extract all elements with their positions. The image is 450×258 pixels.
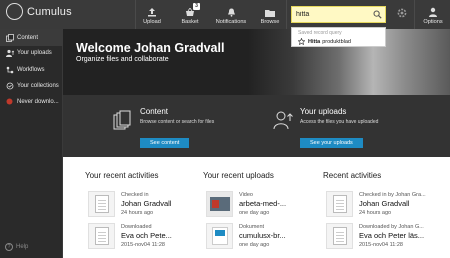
- activity-title: Eva och Pete...: [121, 231, 172, 240]
- help-icon: ?: [5, 243, 13, 251]
- workflow-icon: [5, 66, 14, 74]
- search-input[interactable]: [296, 8, 368, 21]
- stack-icon: [113, 110, 131, 130]
- upload-item[interactable]: Dokument cumulusx-br... one day ago: [203, 223, 323, 253]
- activity-time: 2015-nov04 11:28: [359, 242, 403, 248]
- video-thumbnail: [206, 191, 233, 217]
- upload-type: Video: [239, 192, 253, 198]
- options-label: Options: [423, 19, 443, 25]
- divider: [286, 0, 287, 29]
- sidebar-item-never-downloaded[interactable]: Never downlo...: [0, 93, 63, 110]
- uploads-panel-text: Access the files you have uploaded: [300, 119, 379, 125]
- sidebar-item-your-uploads[interactable]: Your uploads: [0, 44, 63, 61]
- hero-banner: Welcome Johan Gradvall Organize files an…: [63, 29, 450, 95]
- activity-time: 24 hours ago: [121, 210, 154, 216]
- collection-icon: [5, 82, 14, 90]
- document-thumbnail: [206, 223, 233, 249]
- content-panel: Content Browse content or search for fil…: [108, 95, 258, 157]
- upload-time: one day ago: [239, 210, 270, 216]
- user-icon: [429, 7, 437, 17]
- browse-button[interactable]: Browse: [258, 0, 282, 29]
- options-button[interactable]: Options: [419, 0, 447, 29]
- basket-count-badge: 3: [193, 3, 200, 10]
- suggestion-bold-text: Hitta: [308, 38, 321, 45]
- upload-item[interactable]: Video arbeta-med-... one day ago: [203, 191, 323, 221]
- activity-title: Johan Gradvall: [121, 199, 172, 208]
- divider: [135, 0, 136, 29]
- upload-icon: [148, 8, 156, 17]
- logo-text: Cumulus: [27, 5, 72, 18]
- upload-button[interactable]: Upload: [141, 0, 163, 29]
- top-bar: Cumulus Upload Basket 3 Notifications Br…: [0, 0, 450, 29]
- divider: [414, 0, 415, 29]
- suggestion-text: produktblad: [322, 38, 351, 45]
- see-your-uploads-button[interactable]: See your uploads: [300, 138, 363, 148]
- basket-button[interactable]: Basket 3: [177, 0, 203, 29]
- activity-type: Downloaded by Johan G...: [359, 224, 424, 230]
- search-icon[interactable]: [373, 10, 382, 19]
- activity-item[interactable]: Downloaded by Johan G... Eva och Peter l…: [323, 223, 443, 253]
- help-link[interactable]: ? Help: [5, 243, 28, 251]
- upload-title: cumulusx-br...: [239, 231, 286, 240]
- stack-icon: [5, 33, 14, 42]
- gear-icon[interactable]: [396, 7, 408, 19]
- help-label: Help: [16, 244, 29, 250]
- column-title: Your recent activities: [85, 171, 159, 180]
- activity-item[interactable]: Checked in by Johan Gra... Johan Gradval…: [323, 191, 443, 221]
- browse-label: Browse: [260, 19, 280, 25]
- logo[interactable]: Cumulus: [6, 3, 72, 20]
- upload-type: Dokument: [239, 224, 265, 230]
- sidebar-item-label: Never downlo...: [17, 98, 59, 105]
- notifications-label: Notifications: [215, 19, 247, 25]
- sidebar-item-your-collections[interactable]: Your collections: [0, 77, 63, 94]
- notifications-button[interactable]: Notifications: [212, 0, 250, 29]
- sidebar-item-workflows[interactable]: Workflows: [0, 61, 63, 78]
- red-dot-icon: [5, 98, 14, 105]
- bell-icon: [227, 8, 235, 17]
- see-content-button[interactable]: See content: [140, 138, 190, 148]
- search-suggestions: Saved record query Hitta produktblad: [291, 27, 386, 47]
- document-thumbnail: [88, 223, 115, 249]
- app-root: Cumulus Upload Basket 3 Notifications Br…: [0, 0, 450, 258]
- search-box: [291, 6, 386, 23]
- basket-label: Basket: [181, 19, 199, 25]
- activity-type: Downloaded: [121, 224, 152, 230]
- activity-item[interactable]: Checked in Johan Gradvall 24 hours ago: [85, 191, 205, 221]
- content-panel-text: Browse content or search for files: [140, 119, 215, 125]
- star-icon: [298, 38, 305, 45]
- quick-panels: Content Browse content or search for fil…: [63, 95, 450, 157]
- activity-title: Eva och Peter läs...: [359, 231, 425, 240]
- upload-title: arbeta-med-...: [239, 199, 287, 208]
- sidebar-item-label: Your uploads: [17, 49, 52, 56]
- uploads-panel-title: Your uploads: [300, 107, 347, 116]
- sidebar: Content Your uploads Workflows Your coll…: [0, 29, 63, 258]
- column-title: Recent activities: [323, 171, 382, 180]
- sidebar-item-label: Content: [17, 34, 39, 41]
- content-panel-title: Content: [140, 107, 169, 116]
- dashboard-columns: Your recent activities Checked in Johan …: [63, 157, 450, 258]
- sidebar-item-label: Workflows: [17, 66, 45, 73]
- activity-title: Johan Gradvall: [359, 199, 410, 208]
- document-thumbnail: [326, 191, 353, 217]
- upload-time: one day ago: [239, 242, 270, 248]
- column-title: Your recent uploads: [203, 171, 274, 180]
- suggestion-item[interactable]: Hitta produktblad: [298, 38, 351, 45]
- user-upload-icon: [273, 111, 293, 130]
- sidebar-item-label: Your collections: [17, 82, 59, 89]
- activity-type: Checked in: [121, 192, 149, 198]
- hero-title: Welcome Johan Gradvall: [76, 41, 225, 55]
- uploads-panel: Your uploads Access the files you have u…: [268, 95, 428, 157]
- folder-icon: [265, 10, 275, 17]
- activity-time: 24 hours ago: [359, 210, 392, 216]
- suggestions-header: Saved record query: [298, 30, 342, 36]
- upload-label: Upload: [143, 19, 161, 25]
- hero-subtitle: Organize files and collaborate: [76, 56, 169, 63]
- activity-type: Checked in by Johan Gra...: [359, 192, 426, 198]
- user-upload-icon: [5, 49, 14, 57]
- activity-time: 2015-nov04 11:28: [121, 242, 165, 248]
- document-thumbnail: [326, 223, 353, 249]
- logo-ring-icon: [6, 3, 23, 20]
- activity-item[interactable]: Downloaded Eva och Pete... 2015-nov04 11…: [85, 223, 205, 253]
- document-thumbnail: [88, 191, 115, 217]
